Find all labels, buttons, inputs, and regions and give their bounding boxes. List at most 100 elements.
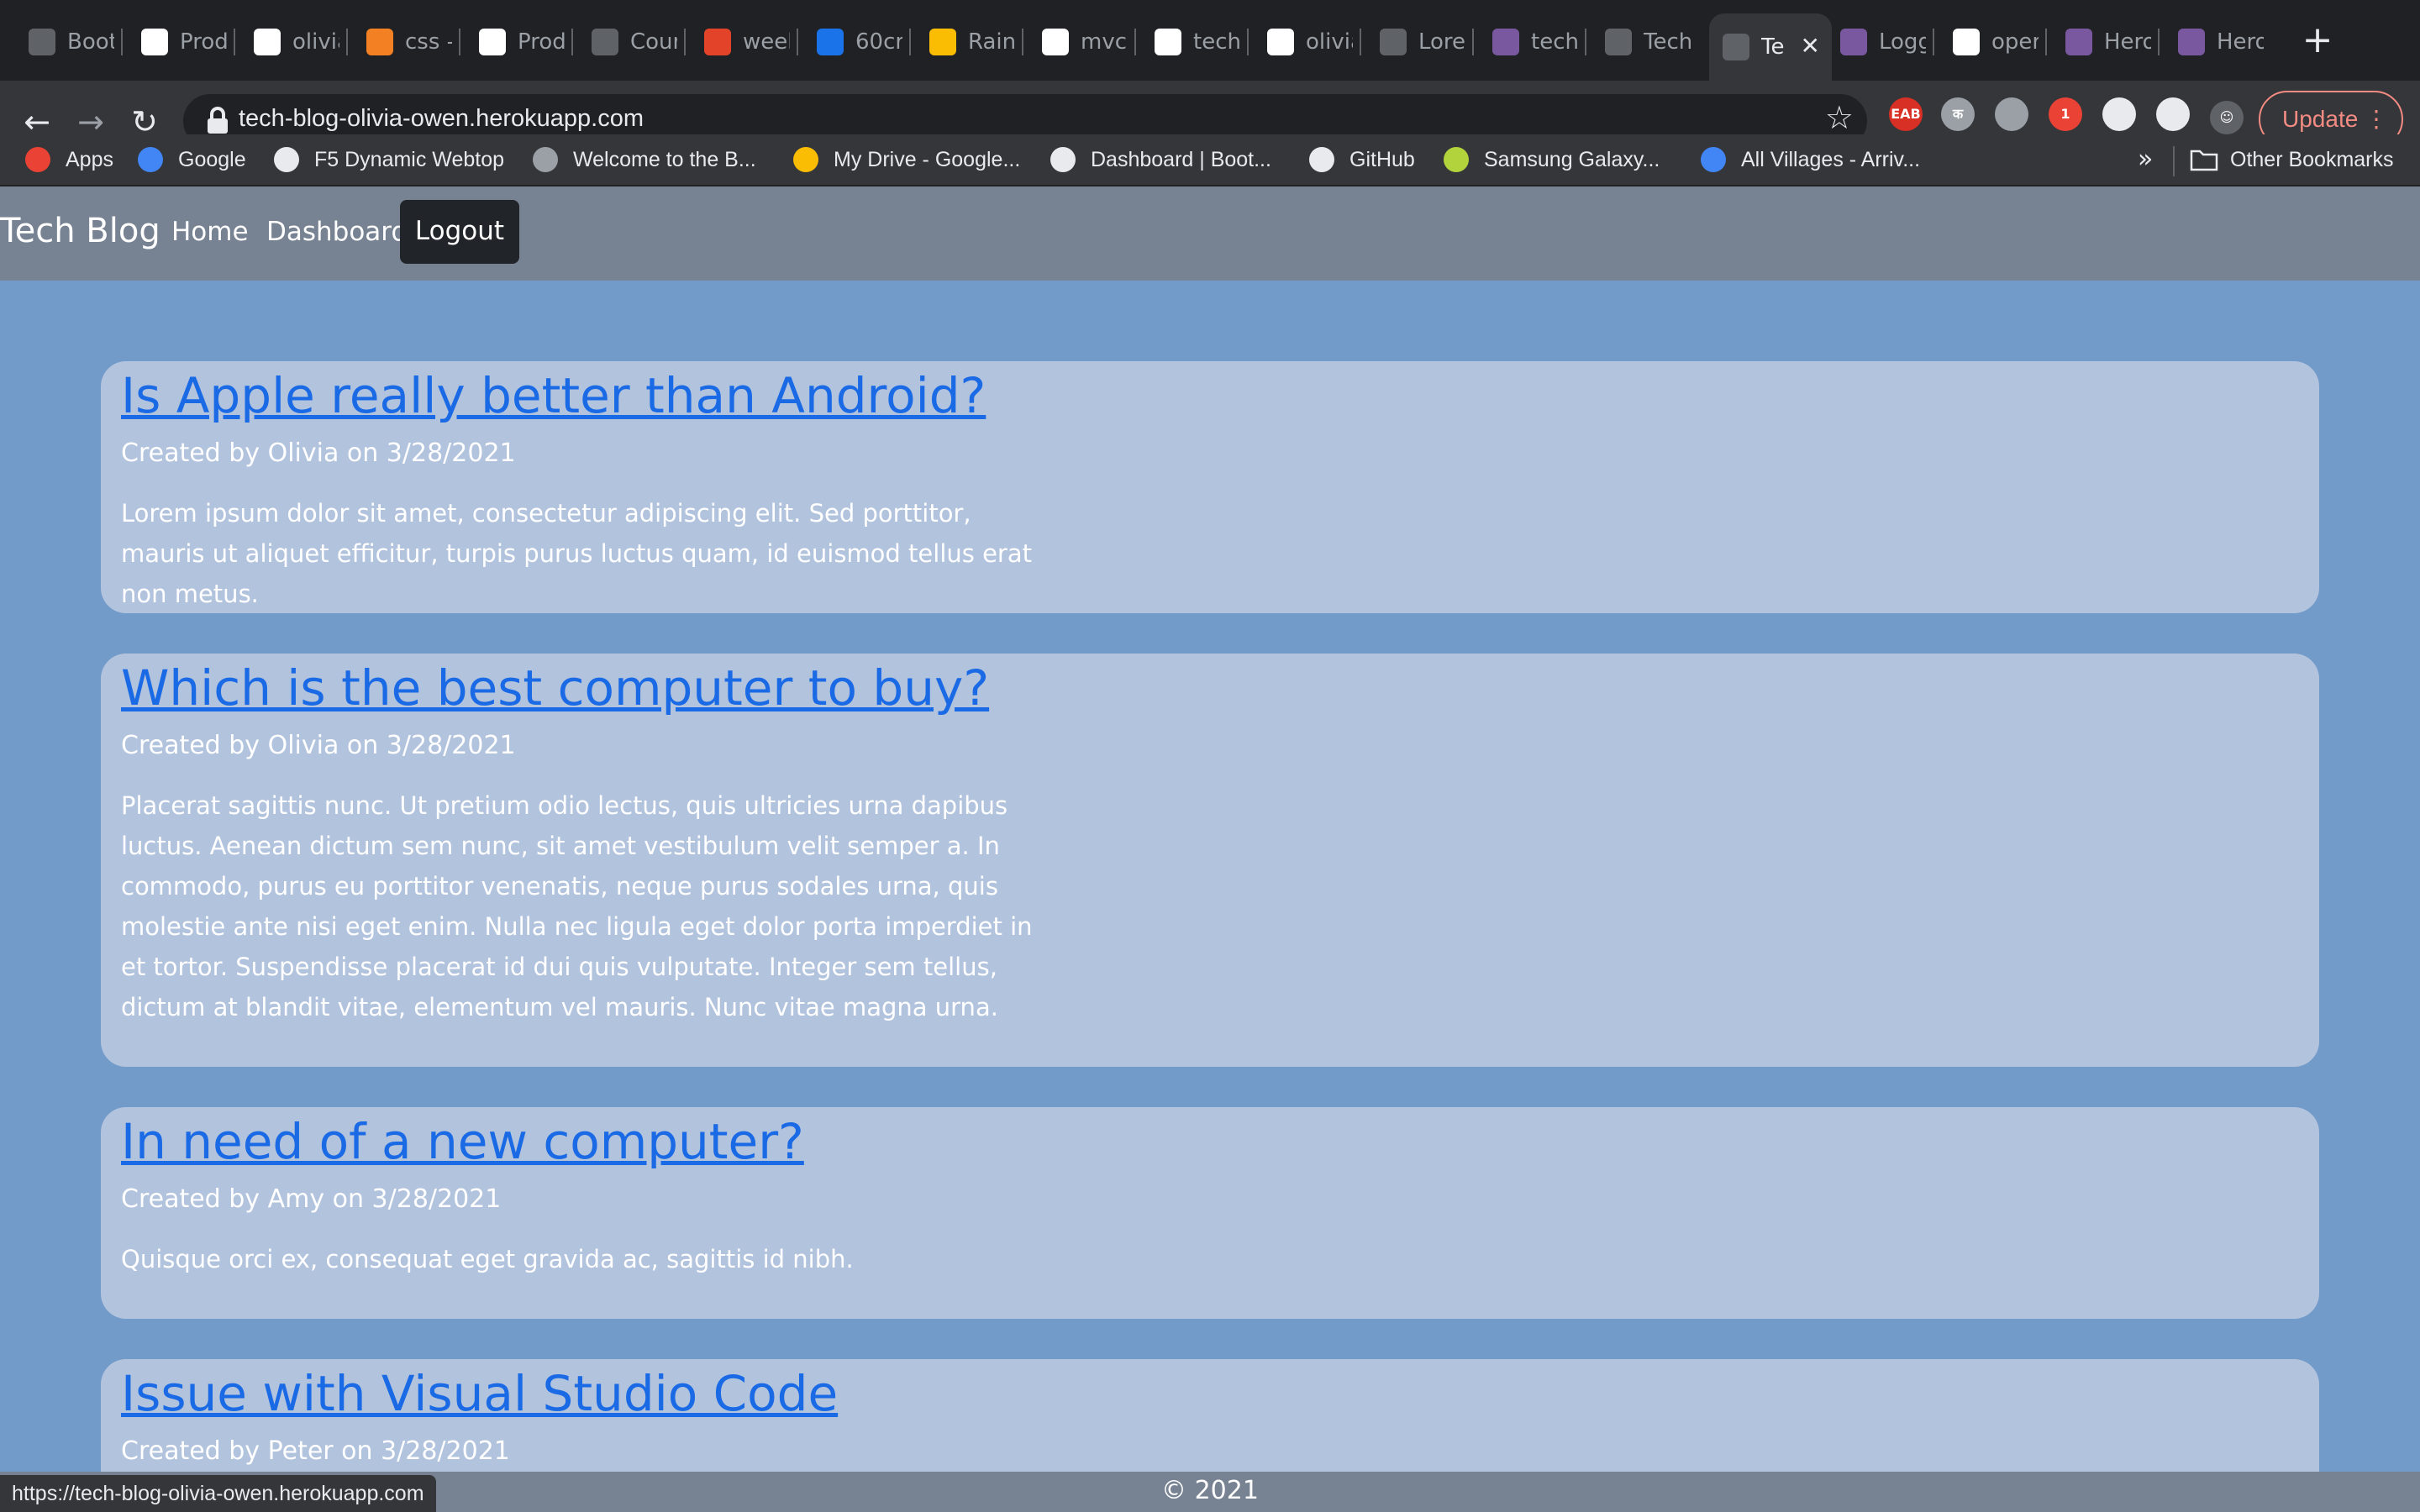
bookmark-label: Samsung Galaxy... <box>1484 147 1660 171</box>
bookmark-item[interactable]: F5 Dynamic Webtop <box>274 141 504 178</box>
bookmark-item[interactable]: Google <box>138 141 246 178</box>
puzzle-extensions-icon[interactable] <box>2156 97 2190 131</box>
bookmark-item[interactable]: All Villages - Arriv... <box>1701 141 1920 178</box>
post-meta: Created by Olivia on 3/28/2021 <box>121 731 516 760</box>
more-bookmarks-icon[interactable]: » <box>2138 144 2153 174</box>
globe-icon <box>1605 29 1632 55</box>
browser-tab[interactable]: Boot <box>15 18 114 66</box>
post-title-link[interactable]: In need of a new computer? <box>121 1110 2299 1173</box>
browser-tab[interactable]: Lorei <box>1366 18 1465 66</box>
post-title-link[interactable]: Which is the best computer to buy? <box>121 657 2299 719</box>
github-icon <box>1309 147 1334 172</box>
hindi-extension-icon[interactable]: क <box>1941 97 1975 131</box>
star-outline-icon <box>1701 147 1726 172</box>
dark-extension-icon[interactable] <box>2102 97 2136 131</box>
post-title-link[interactable]: Is Apple really better than Android? <box>121 365 2299 427</box>
tab-separator <box>1022 29 1023 55</box>
browser-tab[interactable]: Prod <box>466 18 565 66</box>
tab-label: mvc- <box>1081 29 1128 55</box>
bookmark-item[interactable]: Samsung Galaxy... <box>1444 141 1660 178</box>
product-icon <box>141 29 168 55</box>
tab-label: Hero <box>2104 29 2151 55</box>
browser-tab[interactable]: Te ✕ <box>1709 13 1832 81</box>
browser-tab[interactable]: Rain <box>916 18 1015 66</box>
browser-tab[interactable]: css - <box>353 18 452 66</box>
tab-label: Hero <box>2217 29 2264 55</box>
nav-home-link[interactable]: Home <box>171 217 249 247</box>
browser-tab[interactable]: Tech <box>1591 18 1691 66</box>
tab-label: Prod <box>180 29 227 55</box>
browser-tab[interactable]: mvc- <box>1028 18 1128 66</box>
google-icon <box>1953 29 1980 55</box>
globe-icon <box>1723 34 1749 60</box>
tab-separator <box>459 29 460 55</box>
on-icon <box>817 29 844 55</box>
tab-separator <box>121 29 123 55</box>
tab-label: Prod <box>518 29 565 55</box>
chat-extension-icon[interactable] <box>1995 97 2028 131</box>
browser-tab[interactable]: oper <box>1939 18 2039 66</box>
browser-tab[interactable]: week <box>691 18 790 66</box>
post-body: Placerat sagittis nunc. Ut pretium odio … <box>121 791 1033 1021</box>
tab-separator <box>1585 29 1586 55</box>
post-meta: Created by Peter on 3/28/2021 <box>121 1436 510 1466</box>
product-icon <box>479 29 506 55</box>
bookmark-star-icon[interactable]: ☆ <box>1825 99 1854 136</box>
globe-icon <box>29 29 55 55</box>
bookmark-item[interactable]: Welcome to the B... <box>533 141 756 178</box>
browser-tab[interactable]: tech <box>1141 18 1240 66</box>
screencast-extension-icon[interactable]: 1 <box>2049 97 2082 131</box>
github-icon <box>1155 29 1181 55</box>
new-tab-icon[interactable]: + <box>2294 18 2341 66</box>
bookmark-item[interactable]: GitHub <box>1309 141 1415 178</box>
tab-separator <box>1472 29 1474 55</box>
document-icon <box>274 147 299 172</box>
browser-tab[interactable]: Hero <box>2052 18 2151 66</box>
lorem-icon <box>1380 29 1407 55</box>
post-meta: Created by Olivia on 3/28/2021 <box>121 438 516 468</box>
tab-separator <box>2158 29 2160 55</box>
tab-separator <box>1360 29 1361 55</box>
browser-tab[interactable]: tech <box>1479 18 1578 66</box>
drive-icon <box>793 147 818 172</box>
eab-extension-icon[interactable]: EAB <box>1889 97 1923 131</box>
github-icon <box>1042 29 1069 55</box>
browser-tab[interactable]: Prod <box>128 18 227 66</box>
logout-button[interactable]: Logout <box>400 200 519 264</box>
bookmark-item[interactable]: Apps <box>25 141 113 178</box>
samsung-icon <box>1444 147 1469 172</box>
close-tab-icon[interactable]: ✕ <box>1801 32 1820 60</box>
tab-separator <box>346 29 348 55</box>
github-icon <box>1267 29 1294 55</box>
tab-label: tech <box>1531 29 1578 55</box>
browser-tab[interactable]: Logg <box>1827 18 1926 66</box>
browser-tab[interactable]: 60cr <box>803 18 902 66</box>
globe-icon <box>1050 147 1076 172</box>
url-text: tech-blog-olivia-owen.herokuapp.com <box>239 105 644 132</box>
post-body: Quisque orci ex, consequat eget gravida … <box>121 1245 854 1273</box>
profile-avatar[interactable]: ☺ <box>2210 101 2244 134</box>
browser-tab[interactable]: olivia <box>240 18 339 66</box>
bookmark-item[interactable]: Dashboard | Boot... <box>1050 141 1271 178</box>
update-label: Update <box>2282 106 2359 132</box>
other-bookmarks-folder[interactable]: Other Bookmarks <box>2190 141 2394 178</box>
heroku-icon <box>1492 29 1519 55</box>
post-title-link[interactable]: Issue with Visual Studio Code <box>121 1362 2299 1425</box>
tab-label: olivia <box>292 29 339 55</box>
nav-dashboard-link[interactable]: Dashboard <box>266 217 408 247</box>
bookmark-label: Welcome to the B... <box>573 147 756 171</box>
tab-separator <box>684 29 686 55</box>
bookmark-label: GitHub <box>1349 147 1415 171</box>
gitlab-icon <box>704 29 731 55</box>
bookmark-item[interactable]: My Drive - Google... <box>793 141 1020 178</box>
tab-separator <box>2045 29 2047 55</box>
bookmarks-bar: » Other Bookmarks Apps Google F5 Dynamic W… <box>0 134 2420 186</box>
site-brand[interactable]: Tech Blog <box>0 212 160 250</box>
globe-icon <box>592 29 618 55</box>
apps-grid-icon <box>25 147 50 172</box>
post-meta: Created by Amy on 3/28/2021 <box>121 1184 502 1214</box>
link-status-bubble: https://tech-blog-olivia-owen.herokuapp.… <box>0 1475 436 1512</box>
browser-tab[interactable]: Cour <box>578 18 677 66</box>
browser-tab[interactable]: olivia <box>1254 18 1353 66</box>
browser-tab[interactable]: Hero <box>2165 18 2264 66</box>
